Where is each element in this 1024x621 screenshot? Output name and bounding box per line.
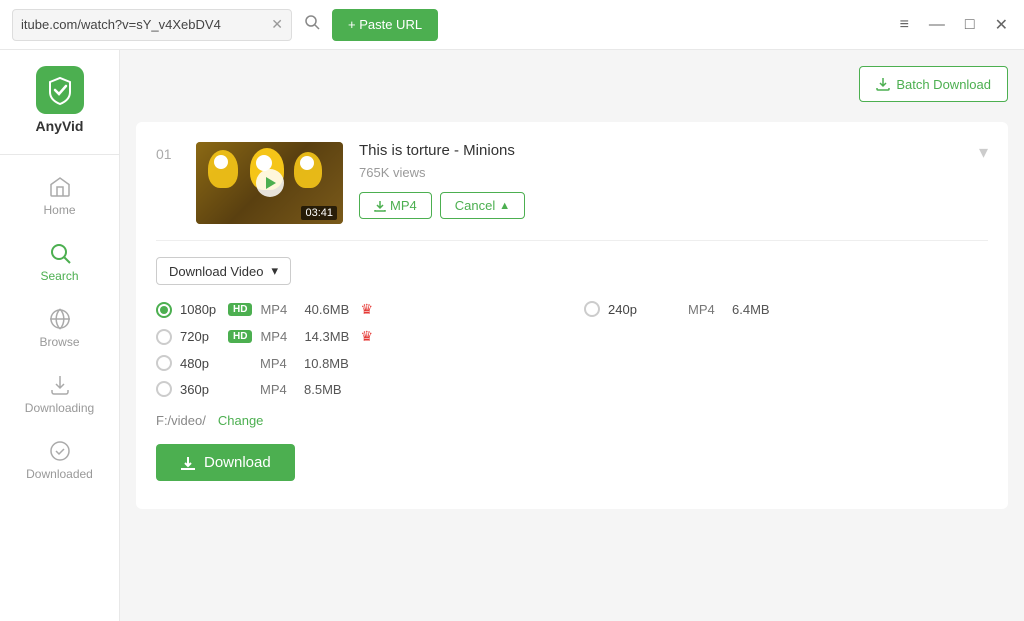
save-path: F:/video/ bbox=[156, 413, 206, 428]
save-path-row: F:/video/ Change bbox=[156, 413, 988, 428]
search-button[interactable] bbox=[300, 10, 324, 39]
radio-720p[interactable] bbox=[156, 329, 172, 345]
format-row-360p[interactable]: 360p MP4 8.5MB bbox=[156, 381, 560, 397]
format-240p: MP4 bbox=[688, 302, 724, 317]
sidebar-item-search[interactable]: Search bbox=[0, 229, 119, 295]
res-480p: 480p bbox=[180, 356, 220, 371]
change-path-link[interactable]: Change bbox=[218, 413, 264, 428]
app-name: AnyVid bbox=[36, 118, 84, 134]
video-top: 01 03:41 bbox=[156, 142, 988, 224]
sidebar-item-home[interactable]: Home bbox=[0, 163, 119, 229]
download-main-button[interactable]: Download bbox=[156, 444, 295, 481]
radio-1080p[interactable] bbox=[156, 302, 172, 318]
sidebar-item-downloading[interactable]: Downloading bbox=[0, 361, 119, 427]
crown-icon-1080p: ♛ bbox=[360, 301, 373, 318]
radio-360p[interactable] bbox=[156, 381, 172, 397]
video-number: 01 bbox=[156, 142, 180, 162]
sidebar-item-downloaded[interactable]: Downloaded bbox=[0, 427, 119, 493]
format-row-480p[interactable]: 480p MP4 10.8MB bbox=[156, 355, 560, 371]
mp4-label: MP4 bbox=[390, 198, 417, 213]
res-720p: 720p bbox=[180, 329, 220, 344]
format-360p: MP4 bbox=[260, 382, 296, 397]
play-button[interactable] bbox=[256, 169, 284, 197]
sidebar-item-browse-label: Browse bbox=[39, 335, 79, 349]
cancel-chevron-icon: ▲ bbox=[499, 200, 510, 212]
size-720p: 14.3MB bbox=[304, 329, 352, 344]
format-480p: MP4 bbox=[260, 356, 296, 371]
sidebar-item-downloaded-label: Downloaded bbox=[26, 467, 93, 481]
batch-download-label: Batch Download bbox=[896, 77, 991, 92]
paste-url-button[interactable]: + Paste URL bbox=[332, 9, 438, 41]
format-grid: 1080p HD MP4 40.6MB ♛ 720p HD MP4 bbox=[156, 301, 988, 397]
maximize-icon[interactable]: □ bbox=[961, 14, 979, 36]
radio-480p[interactable] bbox=[156, 355, 172, 371]
size-480p: 10.8MB bbox=[304, 356, 352, 371]
video-thumbnail: 03:41 bbox=[196, 142, 343, 224]
cancel-button[interactable]: Cancel ▲ bbox=[440, 192, 525, 219]
content-area: Batch Download 01 bbox=[120, 50, 1024, 621]
format-dropdown-label: Download Video bbox=[169, 264, 263, 279]
collapse-icon[interactable]: ▾ bbox=[979, 142, 988, 163]
radio-240p[interactable] bbox=[584, 301, 600, 317]
format-row-720p[interactable]: 720p HD MP4 14.3MB ♛ bbox=[156, 328, 560, 345]
video-views: 765K views bbox=[359, 165, 963, 180]
url-close-icon[interactable]: ✕ bbox=[271, 16, 283, 33]
res-1080p: 1080p bbox=[180, 302, 220, 317]
sidebar-item-home-label: Home bbox=[43, 203, 75, 217]
minimize-icon[interactable]: — bbox=[925, 14, 949, 36]
menu-icon[interactable]: ≡ bbox=[896, 14, 913, 36]
video-card: 01 03:41 bbox=[136, 122, 1008, 509]
url-text: itube.com/watch?v=sY_v4XebDV4 bbox=[21, 17, 267, 32]
crown-icon-720p: ♛ bbox=[360, 328, 373, 345]
sidebar-item-downloading-label: Downloading bbox=[25, 401, 94, 415]
close-icon[interactable]: ✕ bbox=[991, 13, 1012, 37]
hd-badge-1080p: HD bbox=[228, 303, 252, 316]
url-bar[interactable]: itube.com/watch?v=sY_v4XebDV4 ✕ bbox=[12, 9, 292, 41]
size-360p: 8.5MB bbox=[304, 382, 352, 397]
format-row-1080p[interactable]: 1080p HD MP4 40.6MB ♛ bbox=[156, 301, 560, 318]
res-240p: 240p bbox=[608, 302, 648, 317]
video-info: This is torture - Minions 765K views MP4… bbox=[359, 142, 963, 219]
card-divider bbox=[156, 240, 988, 241]
batch-download-button[interactable]: Batch Download bbox=[859, 66, 1008, 102]
sidebar-item-browse[interactable]: Browse bbox=[0, 295, 119, 361]
video-duration: 03:41 bbox=[301, 206, 337, 220]
cancel-label: Cancel bbox=[455, 198, 495, 213]
title-bar: itube.com/watch?v=sY_v4XebDV4 ✕ + Paste … bbox=[0, 0, 1024, 50]
format-row-240p[interactable]: 240p MP4 6.4MB bbox=[584, 301, 988, 317]
format-720p: MP4 bbox=[260, 329, 296, 344]
app-logo bbox=[36, 66, 84, 114]
download-main-label: Download bbox=[204, 454, 271, 471]
format-1080p: MP4 bbox=[260, 302, 296, 317]
size-240p: 6.4MB bbox=[732, 302, 780, 317]
format-dropdown[interactable]: Download Video ▾ bbox=[156, 257, 291, 285]
size-1080p: 40.6MB bbox=[304, 302, 352, 317]
video-title: This is torture - Minions bbox=[359, 142, 963, 159]
mp4-button[interactable]: MP4 bbox=[359, 192, 432, 219]
format-section: Download Video ▾ 1080p HD MP4 40.6MB bbox=[156, 257, 988, 489]
video-actions: MP4 Cancel ▲ bbox=[359, 192, 963, 219]
res-360p: 360p bbox=[180, 382, 220, 397]
window-controls: ≡ — □ ✕ bbox=[896, 13, 1012, 37]
sidebar-item-search-label: Search bbox=[40, 269, 78, 283]
sidebar: AnyVid Home Search Browse bbox=[0, 50, 120, 621]
main-container: AnyVid Home Search Browse bbox=[0, 50, 1024, 621]
logo-area: AnyVid bbox=[0, 66, 119, 155]
dropdown-arrow-icon: ▾ bbox=[271, 263, 278, 279]
hd-badge-720p: HD bbox=[228, 330, 252, 343]
